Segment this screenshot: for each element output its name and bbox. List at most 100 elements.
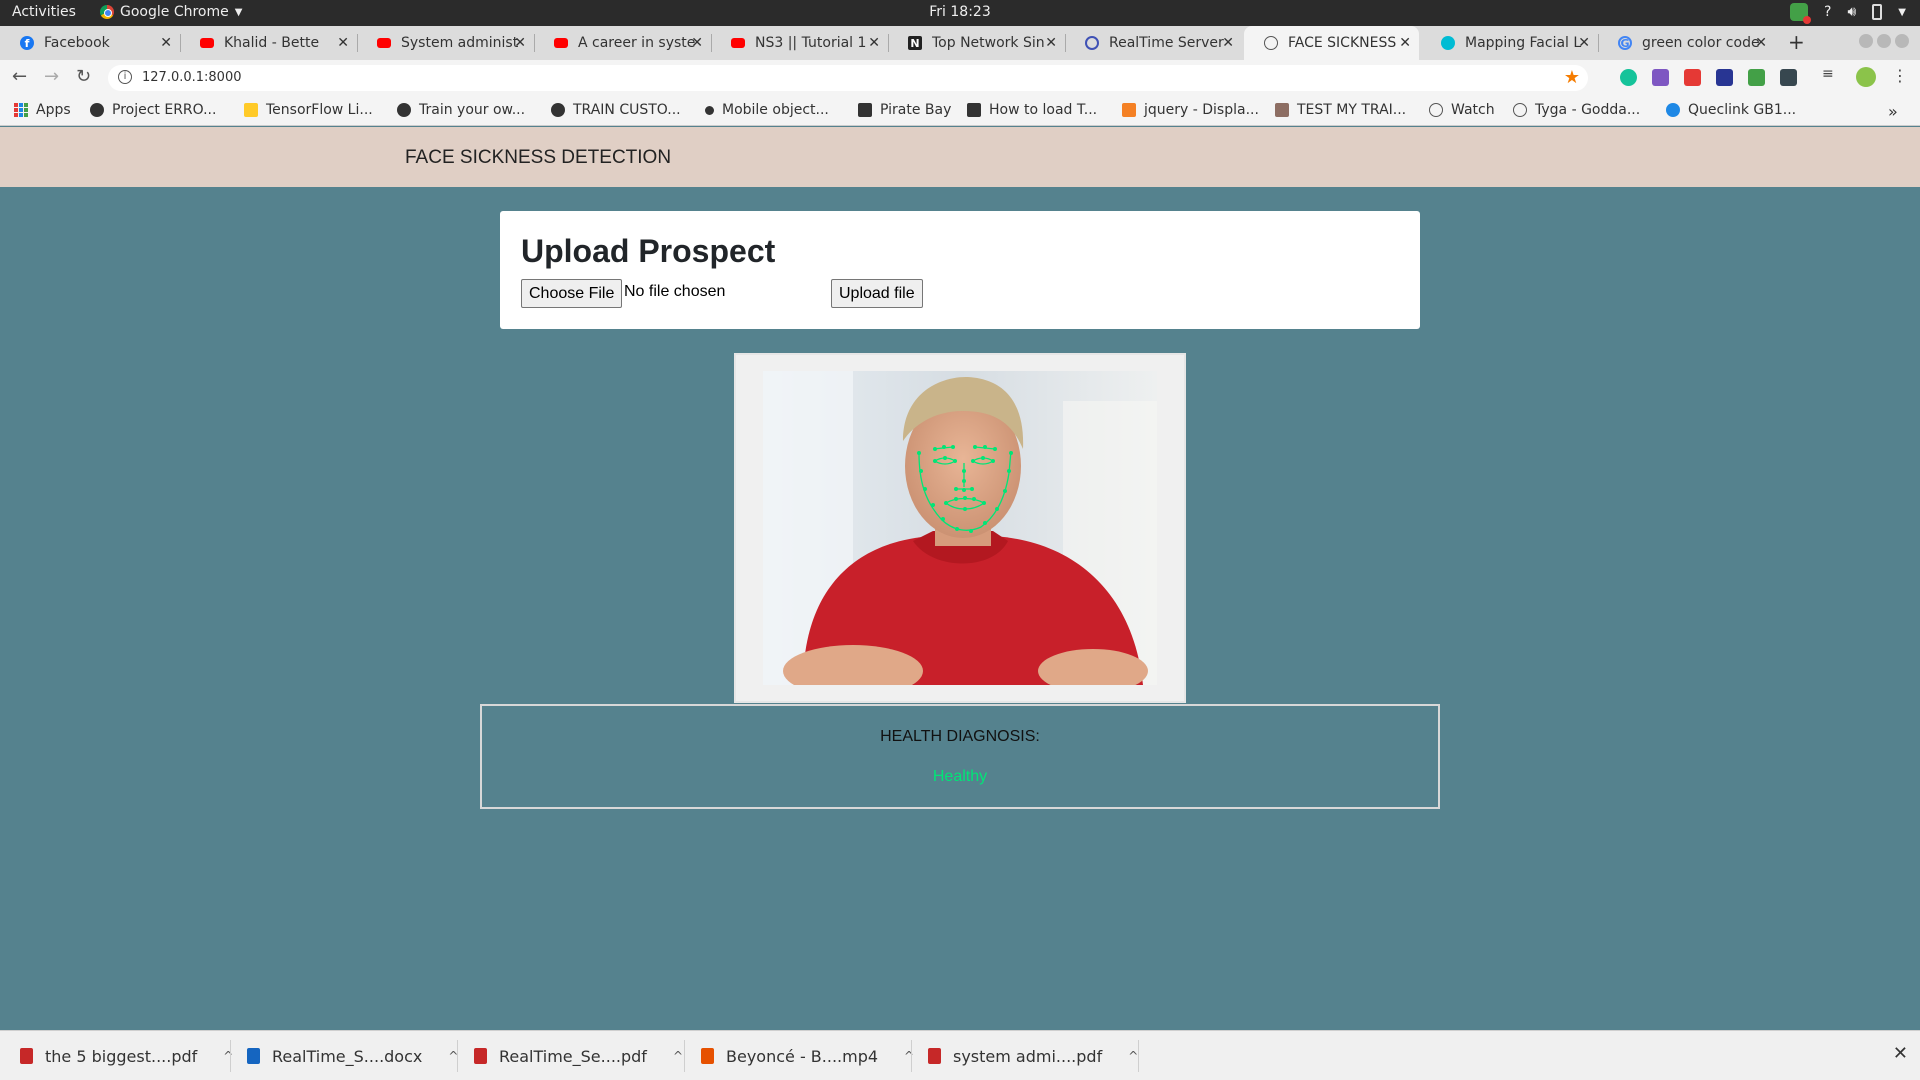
media-icon[interactable]: ≡ bbox=[1822, 66, 1839, 83]
tab-title: System administ bbox=[401, 35, 519, 51]
menu-icon[interactable]: ⋮ bbox=[1892, 66, 1909, 85]
bookmark-star-icon[interactable]: ★ bbox=[1564, 67, 1580, 88]
site-brand[interactable]: FACE SICKNESS DETECTION bbox=[405, 147, 671, 169]
tab-title: NS3 || Tutorial 1 bbox=[755, 35, 867, 51]
download-filename: RealTime_S....docx bbox=[272, 1046, 423, 1066]
tab-career[interactable]: A career in syste ✕ bbox=[534, 26, 711, 60]
bookmark-item[interactable]: Project ERRO... bbox=[90, 102, 216, 118]
globe-icon bbox=[1264, 36, 1278, 50]
tab-title: A career in syste bbox=[578, 35, 696, 51]
grammarly-icon[interactable] bbox=[1620, 69, 1637, 86]
youtube-icon bbox=[731, 36, 745, 50]
download-item[interactable]: RealTime_Se....pdf ^ bbox=[474, 1031, 683, 1080]
upload-file-button[interactable]: Upload file bbox=[831, 279, 923, 308]
download-item[interactable]: RealTime_S....docx ^ bbox=[247, 1031, 458, 1080]
tab-title: FACE SICKNESS bbox=[1288, 35, 1397, 51]
activities-button[interactable]: Activities bbox=[12, 4, 76, 20]
bookmark-label: TEST MY TRAI... bbox=[1297, 102, 1407, 118]
photo-frame bbox=[734, 353, 1186, 703]
minimize-button[interactable] bbox=[1859, 34, 1873, 48]
bookmark-label: Watch bbox=[1451, 102, 1495, 118]
reload-button[interactable]: ↻ bbox=[76, 66, 91, 87]
tab-khalid[interactable]: Khalid - Bette ✕ bbox=[180, 26, 357, 60]
tab-mapping-facial[interactable]: Mapping Facial L ✕ bbox=[1421, 26, 1598, 60]
battery-icon[interactable] bbox=[1872, 4, 1883, 20]
bookmark-item[interactable]: Watch bbox=[1429, 102, 1495, 118]
close-icon[interactable]: ✕ bbox=[1578, 35, 1590, 51]
close-icon[interactable]: ✕ bbox=[691, 35, 703, 51]
app-name: Google Chrome bbox=[120, 4, 229, 20]
extension-icon[interactable] bbox=[1716, 69, 1733, 86]
choose-file-button[interactable]: Choose File bbox=[521, 279, 623, 308]
tab-title: green color code bbox=[1642, 35, 1760, 51]
bookmark-item[interactable]: Queclink GB1... bbox=[1666, 102, 1796, 118]
bookmark-item[interactable]: Mobile object... bbox=[705, 102, 829, 118]
close-icon[interactable]: ✕ bbox=[1222, 35, 1234, 51]
url-text[interactable]: 127.0.0.1:8000 bbox=[142, 70, 242, 85]
bookmark-item[interactable]: TEST MY TRAI... bbox=[1275, 102, 1406, 118]
address-bar[interactable]: i 127.0.0.1:8000 ★ bbox=[108, 65, 1588, 91]
bookmark-item[interactable]: jquery - Displa... bbox=[1122, 102, 1259, 118]
bookmark-label: Tyga - Godda... bbox=[1535, 102, 1641, 118]
chevron-down-icon[interactable]: ▼ bbox=[1898, 7, 1906, 18]
close-icon[interactable]: ✕ bbox=[160, 35, 172, 51]
info-icon[interactable]: i bbox=[118, 70, 132, 84]
bookmark-apps[interactable]: Apps bbox=[14, 102, 71, 118]
diagnosis-label: HEALTH DIAGNOSIS: bbox=[880, 728, 1040, 745]
back-button[interactable]: ← bbox=[12, 66, 27, 87]
avatar[interactable] bbox=[1856, 67, 1876, 87]
close-icon[interactable]: ✕ bbox=[1893, 1043, 1908, 1064]
forward-button[interactable]: → bbox=[44, 66, 59, 87]
chevron-up-icon[interactable]: ^ bbox=[904, 1049, 914, 1063]
github-icon bbox=[551, 103, 565, 117]
close-icon[interactable]: ✕ bbox=[868, 35, 880, 51]
app-menu[interactable]: Google Chrome ▼ bbox=[100, 4, 242, 20]
bookmark-label: Mobile object... bbox=[722, 102, 829, 118]
close-icon[interactable]: ✕ bbox=[1045, 35, 1057, 51]
tab-green-color[interactable]: G green color code ✕ bbox=[1598, 26, 1775, 60]
chevron-up-icon[interactable]: ^ bbox=[1128, 1049, 1138, 1063]
download-item[interactable]: the 5 biggest....pdf ^ bbox=[20, 1031, 233, 1080]
chevron-up-icon[interactable]: ^ bbox=[673, 1049, 683, 1063]
download-shelf: the 5 biggest....pdf ^ RealTime_S....doc… bbox=[0, 1030, 1920, 1080]
bookmark-item[interactable]: TensorFlow Li... bbox=[244, 102, 373, 118]
tab-face-sickness[interactable]: FACE SICKNESS ✕ bbox=[1244, 26, 1419, 60]
extension-icon[interactable] bbox=[1748, 69, 1765, 86]
download-item[interactable]: system admi....pdf ^ bbox=[928, 1031, 1138, 1080]
tab-top-network[interactable]: N Top Network Sin ✕ bbox=[888, 26, 1065, 60]
update-shield-icon[interactable] bbox=[1790, 3, 1812, 24]
globe-icon bbox=[1513, 103, 1527, 117]
tab-facebook[interactable]: f Facebook ✕ bbox=[0, 26, 180, 60]
close-icon[interactable]: ✕ bbox=[1399, 35, 1411, 51]
pdf-file-icon bbox=[20, 1048, 33, 1064]
download-filename: system admi....pdf bbox=[953, 1046, 1103, 1066]
new-tab-button[interactable]: + bbox=[1788, 30, 1805, 54]
close-icon[interactable]: ✕ bbox=[337, 35, 349, 51]
bookmark-item[interactable]: Train your ow... bbox=[397, 102, 525, 118]
chevron-down-icon: ▼ bbox=[234, 6, 243, 18]
bookmark-item[interactable]: Tyga - Godda... bbox=[1513, 102, 1640, 118]
web-page: FACE SICKNESS DETECTION Upload Prospect … bbox=[0, 127, 1920, 1030]
tab-realtime[interactable]: RealTime Server ✕ bbox=[1065, 26, 1242, 60]
volume-icon[interactable]: 🔊︎ bbox=[1847, 4, 1856, 20]
extension-icon[interactable] bbox=[1684, 69, 1701, 86]
youtube-icon bbox=[377, 36, 391, 50]
extension-icon[interactable] bbox=[1780, 69, 1797, 86]
system-tray[interactable]: ? 🔊︎ ▼ bbox=[1790, 3, 1906, 24]
bookmark-item[interactable]: How to load T... bbox=[967, 102, 1097, 118]
bookmark-item[interactable]: Pirate Bay bbox=[858, 102, 951, 118]
extension-icon[interactable] bbox=[1652, 69, 1669, 86]
video-file-icon bbox=[701, 1048, 714, 1064]
tab-ns3[interactable]: NS3 || Tutorial 1 ✕ bbox=[711, 26, 888, 60]
bookmark-item[interactable]: TRAIN CUSTO... bbox=[551, 102, 681, 118]
download-item[interactable]: Beyoncé - B....mp4 ^ bbox=[701, 1031, 914, 1080]
close-icon[interactable]: ✕ bbox=[514, 35, 526, 51]
help-icon[interactable]: ? bbox=[1824, 4, 1831, 20]
maximize-button[interactable] bbox=[1877, 34, 1891, 48]
clock[interactable]: Fri 18:23 bbox=[0, 4, 1920, 20]
close-icon[interactable]: ✕ bbox=[1755, 35, 1767, 51]
chevron-up-icon[interactable]: ^ bbox=[223, 1049, 233, 1063]
window-close-button[interactable] bbox=[1895, 34, 1909, 48]
bookmarks-overflow-icon[interactable]: » bbox=[1888, 102, 1898, 121]
tab-system-admin[interactable]: System administ ✕ bbox=[357, 26, 534, 60]
